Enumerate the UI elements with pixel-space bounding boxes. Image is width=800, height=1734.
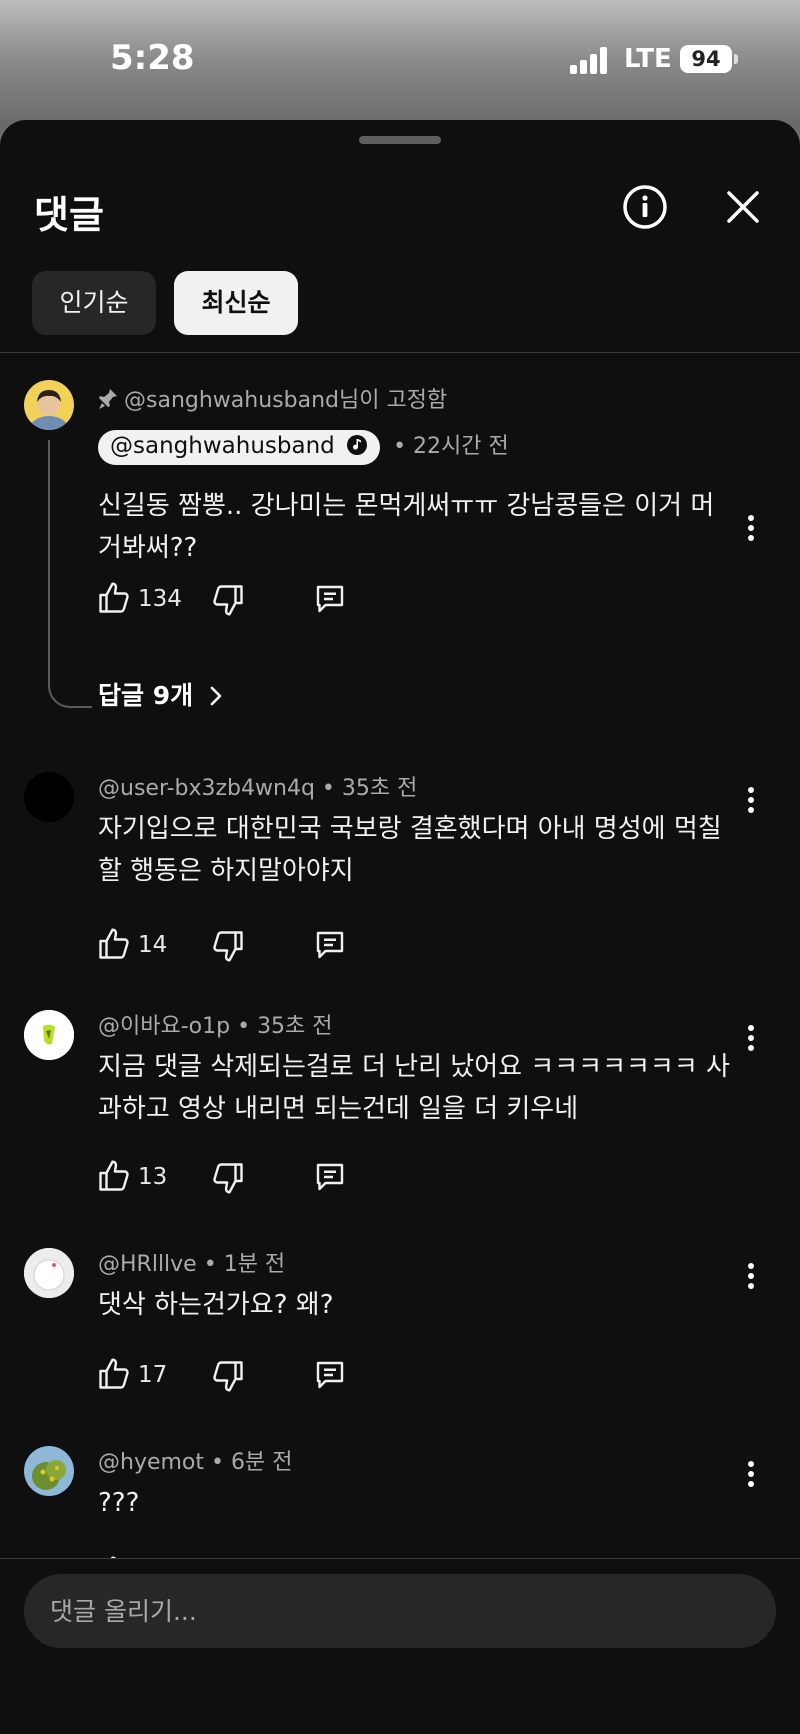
like-icon[interactable] xyxy=(96,1158,132,1194)
comment-text: 지금 댓글 삭제되는걸로 더 난리 났어요 ㅋㅋㅋㅋㅋㅋㅋ 사과하고 영상 내리… xyxy=(98,1052,730,1124)
divider xyxy=(0,352,800,353)
more-options-icon[interactable] xyxy=(738,1258,764,1294)
comment-author[interactable]: @hyemot xyxy=(98,1450,204,1475)
battery-icon: 94 xyxy=(680,45,732,73)
comment-text: 신길동 짬뽕.. 강나미는 몬먹게써ㅠㅠ 강남콩들은 이거 머거봐써?? xyxy=(98,491,715,563)
avatar[interactable] xyxy=(24,1248,74,1298)
more-options-icon[interactable] xyxy=(738,782,764,818)
avatar[interactable] xyxy=(24,1446,74,1496)
view-replies-button[interactable]: 답글 9개 xyxy=(98,676,224,713)
reply-thread-line xyxy=(48,440,92,708)
comments-sheet: 댓글 인기순 최신순 @sanghwahusband님이 고정함 @sanghw… xyxy=(0,120,800,1734)
comment-input-pill[interactable] xyxy=(24,1574,776,1648)
dislike-icon[interactable] xyxy=(210,1160,246,1196)
comment-text: 자기입으로 대한민국 국보랑 결혼했다며 아내 명성에 먹칠할 행동은 하지말아… xyxy=(98,814,722,886)
sort-chip-popular[interactable]: 인기순 xyxy=(32,271,156,335)
dislike-icon[interactable] xyxy=(210,582,246,618)
comment-text: 댓삭 하는건가요? 왜? xyxy=(98,1290,334,1320)
pinned-by-label: @sanghwahusband님이 고정함 xyxy=(124,388,448,413)
comment-item: @user-bx3zb4wn4q • 35초 전 자기입으로 대한민국 국보랑 … xyxy=(0,770,800,990)
comment-meta: @hyemot • 6분 전 xyxy=(98,1450,293,1475)
comment-meta: @sanghwahusband • 22시간 전 xyxy=(98,428,509,465)
comment-time: 35초 전 xyxy=(341,776,418,801)
like-icon[interactable] xyxy=(96,580,132,616)
reply-icon[interactable] xyxy=(312,1159,348,1195)
comment-item: @이바요-o1p • 35초 전 지금 댓글 삭제되는걸로 더 난리 났어요 ㅋ… xyxy=(0,1008,800,1228)
status-time: 5:28 xyxy=(110,38,195,78)
avatar[interactable] xyxy=(24,1010,74,1060)
avatar[interactable] xyxy=(24,380,74,430)
comment-meta: @이바요-o1p • 35초 전 xyxy=(98,1014,333,1039)
chevron-right-icon xyxy=(208,684,224,713)
comment-meta: @HRlllve • 1분 전 xyxy=(98,1252,286,1277)
music-note-icon xyxy=(346,434,368,462)
like-count: 13 xyxy=(138,1164,168,1190)
dislike-icon[interactable] xyxy=(210,1358,246,1394)
comment-author[interactable]: @user-bx3zb4wn4q xyxy=(98,776,315,801)
comment-author[interactable]: @이바요-o1p xyxy=(98,1014,230,1039)
like-count: 14 xyxy=(138,932,168,958)
more-options-icon[interactable] xyxy=(738,1456,764,1492)
more-options-icon[interactable] xyxy=(738,510,764,546)
comment-meta: @user-bx3zb4wn4q • 35초 전 xyxy=(98,776,418,801)
close-icon[interactable] xyxy=(720,184,766,230)
comment-text: ??? xyxy=(98,1488,140,1518)
pin-icon xyxy=(98,388,118,416)
more-options-icon[interactable] xyxy=(738,1020,764,1056)
comment-input[interactable] xyxy=(24,1574,776,1648)
comment-composer xyxy=(0,1558,800,1734)
drag-handle[interactable] xyxy=(359,136,441,144)
dislike-icon[interactable] xyxy=(210,928,246,964)
creator-author-chip[interactable]: @sanghwahusband xyxy=(98,430,381,465)
comment-author[interactable]: @HRlllve xyxy=(98,1252,197,1277)
reply-icon[interactable] xyxy=(312,581,348,617)
like-count: 17 xyxy=(138,1362,168,1388)
avatar[interactable] xyxy=(24,772,74,822)
comment-item: @HRlllve • 1분 전 댓삭 하는건가요? 왜? 17 xyxy=(0,1246,800,1416)
cellular-signal-icon xyxy=(570,46,610,74)
sheet-title: 댓글 xyxy=(34,193,104,237)
battery-tip xyxy=(734,54,738,64)
like-icon[interactable] xyxy=(96,1356,132,1392)
reply-icon[interactable] xyxy=(312,927,348,963)
reply-icon[interactable] xyxy=(312,1357,348,1393)
info-icon[interactable] xyxy=(620,182,670,232)
like-icon[interactable] xyxy=(96,926,132,962)
comment-time: 22시간 전 xyxy=(413,434,509,459)
pinned-comment: @sanghwahusband님이 고정함 @sanghwahusband • … xyxy=(0,380,800,710)
network-type: LTE xyxy=(624,44,672,74)
comment-time: 35초 전 xyxy=(257,1014,333,1039)
status-bar: 5:28 LTE 94 xyxy=(0,0,800,118)
like-count: 134 xyxy=(138,586,182,612)
sort-chip-newest[interactable]: 최신순 xyxy=(174,271,298,335)
comment-time: 6분 전 xyxy=(230,1450,293,1475)
comment-time: 1분 전 xyxy=(223,1252,286,1277)
pinned-label-row: @sanghwahusband님이 고정함 xyxy=(98,382,447,416)
